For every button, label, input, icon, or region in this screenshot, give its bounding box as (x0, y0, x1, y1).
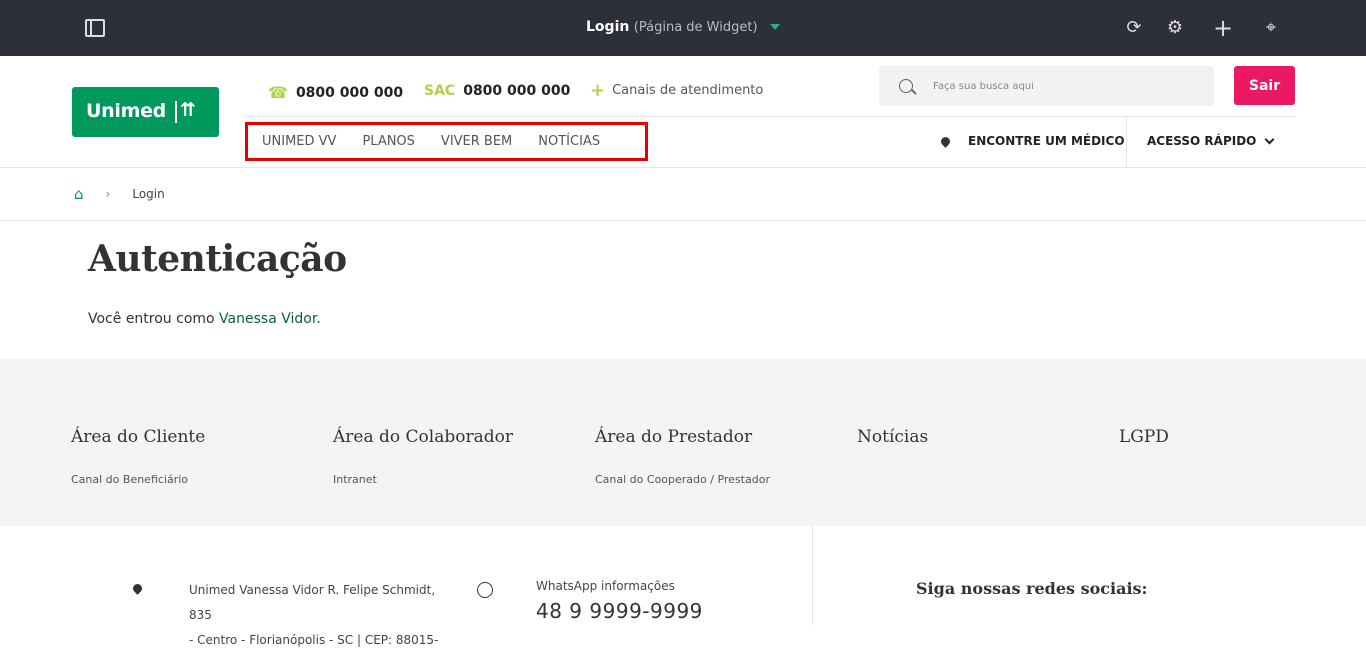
quick-access-divider (1126, 117, 1127, 168)
find-doctor-link[interactable]: ENCONTRE UM MÉDICO (939, 134, 1125, 148)
logout-button[interactable]: Sair (1234, 66, 1295, 105)
home-icon[interactable]: ⌂ (74, 185, 84, 203)
sac-contact[interactable]: SAC 0800 000 000 (424, 83, 570, 99)
logged-in-suffix: . (316, 311, 321, 327)
footer-col-news: Notícias (857, 427, 928, 473)
page-title-label: Login (586, 19, 630, 35)
logo-mark-icon: ⇈ (180, 99, 196, 121)
footer-link[interactable]: Canal do Beneficiário (71, 473, 205, 486)
service-channels-label: Canais de atendimento (612, 83, 764, 98)
footer-link[interactable]: Intranet (333, 473, 513, 486)
breadcrumb-current: Login (132, 187, 165, 201)
whatsapp-label: WhatsApp informações (536, 579, 675, 593)
service-channels-link[interactable]: + Canais de atendimento (590, 79, 764, 101)
refresh-icon[interactable]: ⟳ (1124, 18, 1144, 38)
quick-access-label: ACESSO RÁPIDO (1147, 134, 1257, 148)
nav-item-noticias[interactable]: NOTÍCIAS (538, 134, 600, 149)
phone-icon: ☎ (268, 83, 288, 102)
breadcrumb-separator: › (105, 187, 111, 201)
map-pin-icon (939, 134, 952, 148)
search-icon[interactable] (899, 79, 913, 93)
control-bar: Login (Página de Widget) ⟳ ⚙ + ⌖ (0, 0, 1366, 56)
header-divider (245, 116, 1295, 117)
phone-contact[interactable]: ☎ 0800 000 000 (268, 83, 403, 102)
sac-label: SAC (424, 83, 456, 99)
logged-in-message: Você entrou como Vanessa Vidor. (88, 311, 321, 327)
nav-item-unimed-vv[interactable]: UNIMED VV (262, 134, 336, 149)
main-nav: UNIMED VV PLANOS VIVER BEM NOTÍCIAS (245, 122, 648, 161)
footer-heading[interactable]: Área do Cliente (71, 427, 205, 447)
page-selector[interactable]: Login (Página de Widget) (0, 19, 1366, 35)
logo-separator (175, 101, 177, 123)
phone-number: 0800 000 000 (295, 84, 404, 101)
page-type-label: (Página de Widget) (633, 20, 758, 35)
logo-text: Unimed (86, 100, 166, 122)
social-heading: Siga nossas redes sociais: (916, 579, 1148, 598)
map-pin-icon (131, 582, 144, 595)
footer-heading[interactable]: Notícias (857, 427, 928, 447)
footer-address: Unimed Vanessa Vidor R. Felipe Schmidt, … (189, 578, 459, 653)
address-line: Unimed Vanessa Vidor R. Felipe Schmidt, … (189, 583, 436, 622)
nav-item-planos[interactable]: PLANOS (362, 134, 414, 149)
site-header: Unimed ⇈ ☎ 0800 000 000 SAC 0800 000 000… (0, 56, 1366, 168)
sac-number: 0800 000 000 (463, 83, 571, 99)
footer-contact: Unimed Vanessa Vidor R. Felipe Schmidt, … (0, 526, 1366, 647)
page-heading: Autenticação (88, 238, 347, 280)
footer-col-provider: Área do Prestador Canal do Cooperado / P… (595, 427, 770, 486)
footer-link[interactable]: Canal do Cooperado / Prestador (595, 473, 770, 486)
add-icon[interactable]: + (1213, 16, 1233, 40)
caret-down-icon[interactable] (769, 24, 780, 30)
footer-heading[interactable]: Área do Colaborador (333, 427, 513, 447)
chevron-down-icon (1264, 134, 1275, 144)
whatsapp-icon (477, 582, 493, 598)
whatsapp-number[interactable]: 48 9 9999-9999 (536, 599, 703, 623)
nav-item-viver-bem[interactable]: VIVER BEM (441, 134, 512, 149)
footer-divider (812, 526, 813, 625)
footer-links: Área do Cliente Canal do Beneficiário Ár… (0, 359, 1366, 526)
search-input[interactable] (933, 76, 1193, 96)
footer-col-lgpd: LGPD (1119, 427, 1169, 473)
find-doctor-label: ENCONTRE UM MÉDICO (968, 134, 1125, 148)
footer-heading[interactable]: Área do Prestador (595, 427, 770, 447)
unimed-logo[interactable]: Unimed ⇈ (72, 87, 219, 137)
breadcrumb: ⌂ › Login (0, 168, 1366, 221)
footer-heading[interactable]: LGPD (1119, 427, 1169, 447)
gear-icon[interactable]: ⚙ (1165, 18, 1185, 38)
search-box (879, 66, 1214, 106)
user-name: Vanessa Vidor (219, 311, 317, 327)
plus-icon: + (590, 79, 606, 101)
address-line: - Centro - Florianópolis - SC | CEP: 880… (189, 633, 439, 647)
logged-in-prefix: Você entrou como (88, 311, 220, 327)
target-icon[interactable]: ⌖ (1261, 18, 1281, 38)
quick-access-dropdown[interactable]: ACESSO RÁPIDO (1147, 134, 1275, 148)
footer-col-collaborator: Área do Colaborador Intranet (333, 427, 513, 486)
footer-col-client: Área do Cliente Canal do Beneficiário (71, 427, 205, 486)
